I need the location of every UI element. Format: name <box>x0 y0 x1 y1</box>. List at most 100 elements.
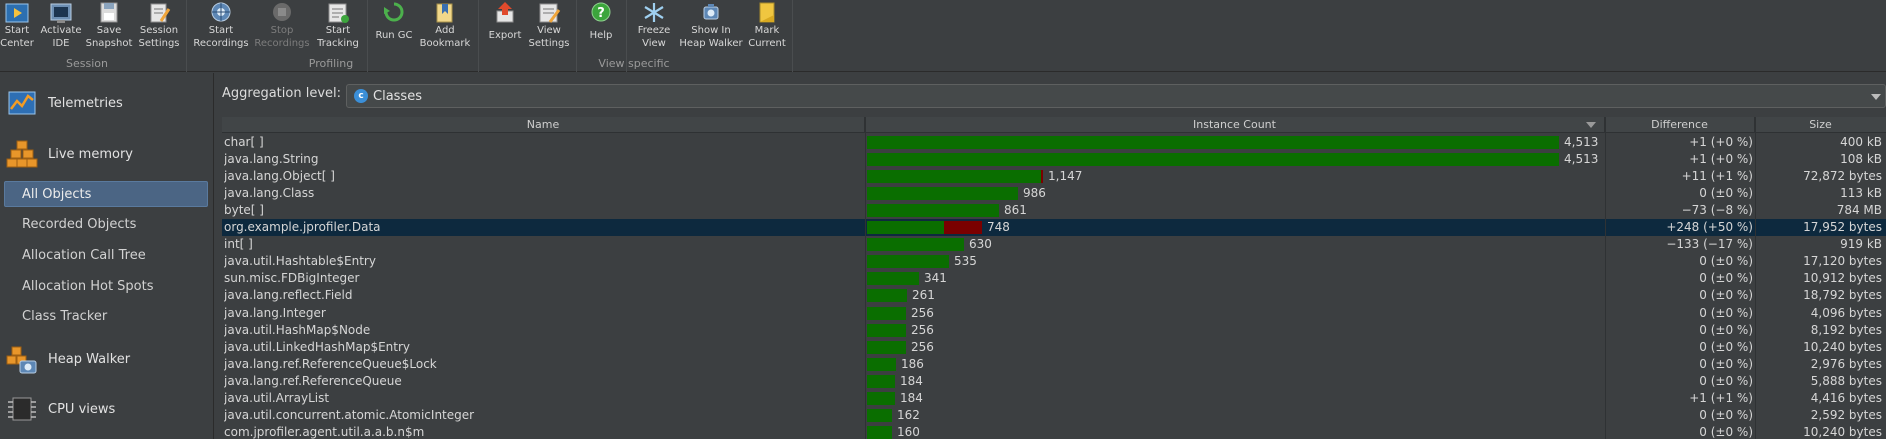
size-cell: 919 kB <box>1840 237 1882 252</box>
sidebar-section-heap-walker[interactable]: Heap Walker <box>0 339 214 379</box>
table-row[interactable]: org.example.jprofiler.Data 748 +248 (+50 %… <box>222 219 1886 237</box>
toolbar-group-view-specific: View specific <box>598 57 670 70</box>
aggregation-level-label: Aggregation level: <box>222 86 341 101</box>
sidebar-section-cpu-views[interactable]: CPU views <box>0 389 214 429</box>
column-header-size[interactable]: Size <box>1755 117 1886 133</box>
size-cell: 8,192 bytes <box>1810 322 1882 337</box>
instance-count-bar-base <box>867 204 999 218</box>
table-row[interactable]: char[ ] 4,513 +1 (+0 %) 400 kB <box>222 134 1886 151</box>
instance-count-bar-base <box>867 187 1018 201</box>
sort-descending-icon <box>1586 122 1596 128</box>
chevron-down-icon[interactable] <box>1871 94 1881 100</box>
session-settings-button[interactable]: Session Settings <box>136 0 182 52</box>
instance-count-bar: 256 <box>867 340 934 354</box>
heap-walker-icon <box>6 346 37 374</box>
instance-count-value: 1,147 <box>1048 169 1083 184</box>
instance-count-cell: 630 <box>865 236 1605 253</box>
show-in-heap-walker-button[interactable]: Show In Heap Walker <box>678 0 744 52</box>
instance-count-cell: 256 <box>865 305 1605 322</box>
instance-count-cell: 160 <box>865 424 1605 439</box>
class-name-cell: java.lang.reflect.Field <box>224 288 353 303</box>
instance-count-cell: 4,513 <box>865 134 1605 151</box>
activate-ide-button[interactable]: Activate IDE <box>38 0 84 52</box>
class-name-cell: com.jprofiler.agent.util.a.a.b.n$m <box>224 424 425 439</box>
table-row[interactable]: java.util.Hashtable$Entry 535 0 (±0 %) 17,1… <box>222 253 1886 270</box>
table-row[interactable]: java.lang.Object[ ] 1,147 +11 (+1 %) 72,872… <box>222 168 1886 185</box>
table-row[interactable]: java.util.HashMap$Node 256 0 (±0 %) 8,192 b… <box>222 322 1886 339</box>
instance-count-cell: 4,513 <box>865 151 1605 168</box>
table-row[interactable]: java.lang.reflect.Field 261 0 (±0 %) 18,792… <box>222 287 1886 304</box>
sidebar-item-all-objects[interactable]: All Objects <box>4 181 208 207</box>
class-name-cell: char[ ] <box>224 135 264 149</box>
table-row[interactable]: java.lang.String 4,513 +1 (+0 %) 108 kB <box>222 151 1886 168</box>
size-cell: 10,912 bytes <box>1803 271 1882 286</box>
size-cell: 784 MB <box>1836 203 1882 218</box>
run-gc-button[interactable]: Run GC <box>372 0 416 52</box>
difference-cell: −73 (−8 %) <box>1681 203 1753 218</box>
sidebar-section-telemetries[interactable]: Telemetries <box>0 83 214 123</box>
table-row[interactable]: int[ ] 630 −133 (−17 %) 919 kB <box>222 236 1886 253</box>
instance-count-bar-base <box>867 391 895 405</box>
instance-count-value: 748 <box>987 220 1010 235</box>
size-cell: 4,416 bytes <box>1810 390 1882 405</box>
toolbar-separator <box>792 0 793 72</box>
start-tracking-button[interactable]: Start Tracking <box>313 0 363 52</box>
toolbar-separator <box>478 0 479 72</box>
size-cell: 17,120 bytes <box>1803 254 1882 269</box>
sidebar-item-allocation-hot-spots[interactable]: Allocation Hot Spots <box>0 273 210 299</box>
save-snapshot-button[interactable]: Save Snapshot <box>86 0 132 52</box>
table-row[interactable]: sun.misc.FDBigInteger 341 0 (±0 %) 10,912 b… <box>222 270 1886 287</box>
table-row[interactable]: byte[ ] 861 −73 (−8 %) 784 MB <box>222 202 1886 219</box>
column-header-instance-count[interactable]: Instance Count <box>865 117 1605 133</box>
table-row[interactable]: java.util.ArrayList 184 +1 (+1 %) 4,416 byt… <box>222 390 1886 407</box>
live-memory-icon <box>6 140 38 168</box>
freeze-view-button[interactable]: Freeze View <box>632 0 676 52</box>
instance-count-value: 184 <box>900 390 923 405</box>
table-row[interactable]: java.util.LinkedHashMap$Entry 256 0 (±0 %)… <box>222 339 1886 356</box>
sidebar-item-allocation-call-tree[interactable]: Allocation Call Tree <box>0 242 210 268</box>
instance-count-cell: 186 <box>865 356 1605 373</box>
column-header-difference[interactable]: Difference <box>1605 117 1755 133</box>
sidebar-section-live-memory[interactable]: Live memory <box>0 134 214 174</box>
toolbar-group-profiling: Profiling <box>308 57 354 70</box>
sidebar-item-class-tracker[interactable]: Class Tracker <box>0 303 210 329</box>
mark-current-icon <box>759 2 775 23</box>
instance-count-cell: 261 <box>865 287 1605 304</box>
table-row[interactable]: java.lang.ref.ReferenceQueue 184 0 (±0 %) 5… <box>222 373 1886 390</box>
instance-count-bar: 986 <box>867 186 1046 201</box>
table-row[interactable]: java.lang.Integer 256 0 (±0 %) 4,096 bytes <box>222 305 1886 322</box>
toolbar-separator <box>186 0 187 72</box>
view-settings-button[interactable]: View Settings <box>526 0 572 52</box>
instance-count-bar: 630 <box>867 237 992 252</box>
size-cell: 5,888 bytes <box>1810 373 1882 388</box>
size-cell: 400 kB <box>1840 135 1882 149</box>
table-row[interactable]: java.lang.Class 986 0 (±0 %) 113 kB <box>222 185 1886 202</box>
show-in-heap-walker-icon <box>703 4 719 20</box>
mark-current-button[interactable]: Mark Current <box>746 0 788 52</box>
toolbar-separator <box>576 0 577 72</box>
table-row[interactable]: com.jprofiler.agent.util.a.a.b.n$m 160 0 (… <box>222 424 1886 439</box>
start-recordings-button[interactable]: Start Recordings <box>191 0 251 52</box>
sidebar-item-recorded-objects[interactable]: Recorded Objects <box>0 211 210 237</box>
instance-count-cell: 535 <box>865 253 1605 270</box>
toolbar-separator <box>367 0 368 72</box>
class-name-cell: byte[ ] <box>224 203 264 218</box>
table-row[interactable]: java.util.concurrent.atomic.AtomicIntege… <box>222 407 1886 424</box>
instance-count-bar-base <box>867 408 892 422</box>
add-bookmark-button[interactable]: Add Bookmark <box>418 0 472 52</box>
stop-recordings-button[interactable]: Stop Recordings <box>252 0 312 52</box>
instance-count-bar: 184 <box>867 374 923 388</box>
size-cell: 2,592 bytes <box>1810 407 1882 422</box>
toolbar: Start Center Activate IDE Save Snapshot … <box>0 0 1886 72</box>
help-button[interactable]: ? Help <box>582 0 620 52</box>
start-center-button[interactable]: Start Center <box>0 0 34 52</box>
difference-cell: 0 (±0 %) <box>1699 373 1753 388</box>
aggregation-level-select[interactable]: c Classes <box>346 84 1886 108</box>
table-row[interactable]: java.lang.ref.ReferenceQueue$Lock 186 0 (±… <box>222 356 1886 373</box>
column-header-instance-count-label: Instance Count <box>1193 118 1276 131</box>
class-name-cell: java.lang.Integer <box>224 305 326 320</box>
instance-count-bar: 861 <box>867 203 1027 218</box>
column-divider <box>1755 117 1756 439</box>
column-header-name[interactable]: Name <box>222 117 865 133</box>
export-button[interactable]: Export <box>484 0 526 52</box>
